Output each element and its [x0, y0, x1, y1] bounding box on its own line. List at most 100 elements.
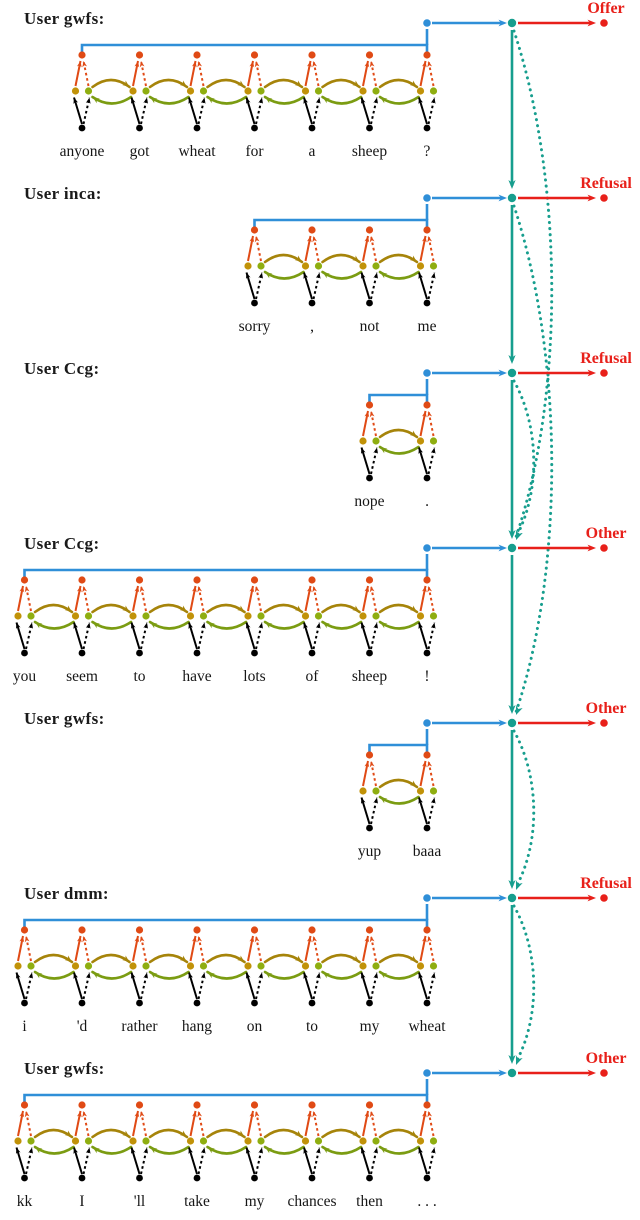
arrowhead-top-dotted-6-5 — [312, 1111, 318, 1118]
token-top-node-0-1 — [135, 51, 144, 59]
token-top-node-4-1 — [423, 751, 431, 759]
arrowhead-up-dotted-2-0 — [373, 447, 379, 454]
token-mid-right-node-1-1 — [314, 262, 323, 270]
token-top-node-6-6 — [365, 1101, 374, 1109]
token-mid-left-node-6-1 — [71, 1137, 80, 1145]
arrowhead-top-dotted-0-2 — [197, 61, 203, 68]
token-top-node-6-7 — [423, 1101, 431, 1109]
forward-arc-5-3 — [206, 953, 246, 964]
backward-arc-3-0 — [33, 620, 75, 630]
token-mid-right-node-0-2 — [199, 87, 208, 95]
word-token: me — [417, 318, 437, 335]
word-token: then — [356, 1193, 383, 1210]
token-bottom-node-0-2 — [193, 124, 201, 132]
diagram-canvas — [14, 18, 608, 1182]
token-bottom-node-3-0 — [21, 649, 28, 657]
token-mid-right-node-3-7 — [429, 612, 438, 620]
forward-arc-0-4 — [321, 78, 361, 89]
token-bottom-node-1-2 — [366, 299, 373, 307]
arrowhead-up-dotted-6-0 — [28, 1147, 34, 1154]
token-bottom-node-5-0 — [21, 999, 28, 1007]
arrowhead-top-dotted-6-1 — [82, 1111, 88, 1118]
forward-arc-5-5 — [321, 953, 361, 964]
utterance-node-6 — [423, 1069, 431, 1077]
token-mid-right-node-0-3 — [257, 87, 265, 95]
arrowhead-up-dotted-4-0 — [373, 797, 379, 804]
category-label: Other — [585, 700, 627, 717]
arrowhead-up-dotted-5-6 — [373, 972, 379, 979]
category-node-1 — [600, 194, 608, 202]
token-top-node-0-0 — [78, 51, 86, 59]
backward-arc-1-0 — [263, 270, 305, 280]
arrowhead-up-dotted-6-1 — [85, 1147, 91, 1154]
arrowhead-up-dotted-6-5 — [315, 1147, 321, 1154]
token-mid-left-node-6-4 — [244, 1137, 252, 1145]
token-top-node-2-0 — [365, 401, 374, 409]
chain-node-6 — [507, 1068, 517, 1078]
forward-arc-3-1 — [91, 603, 131, 614]
arrowhead-top-dotted-0-0 — [82, 61, 88, 68]
forward-arc-6-5 — [321, 1128, 361, 1139]
utterance-node-1 — [423, 194, 431, 202]
backward-arc-3-4 — [263, 620, 305, 630]
token-bottom-node-0-0 — [78, 124, 86, 132]
token-mid-left-node-0-5 — [359, 87, 367, 95]
category-label: Other — [585, 1050, 627, 1067]
token-bottom-node-6-5 — [308, 1174, 316, 1182]
arrowhead-top-dotted-6-7 — [427, 1111, 433, 1118]
token-mid-left-node-1-3 — [416, 262, 425, 270]
token-bottom-node-3-6 — [366, 649, 373, 657]
chain-node-0 — [507, 18, 517, 28]
token-mid-left-node-1-2 — [359, 262, 367, 270]
token-bottom-node-6-1 — [78, 1174, 86, 1182]
backward-arc-5-4 — [263, 970, 305, 980]
word-token: not — [359, 318, 380, 335]
forward-arc-6-1 — [91, 1128, 131, 1139]
word-token: sheep — [351, 143, 388, 160]
forward-arc-3-5 — [321, 603, 361, 614]
token-mid-left-node-0-0 — [71, 87, 80, 95]
arrowhead-up-dotted-5-1 — [85, 972, 91, 979]
token-mid-right-node-0-0 — [84, 87, 93, 95]
token-mid-left-node-0-1 — [129, 87, 137, 95]
token-mid-left-node-5-3 — [186, 962, 195, 970]
arrowhead-up-dotted-4-1 — [430, 797, 436, 804]
arrowhead-up-dotted-5-7 — [430, 972, 436, 979]
word-token: take — [184, 1193, 210, 1210]
token-bottom-node-0-5 — [366, 124, 373, 132]
token-mid-right-node-6-6 — [372, 1137, 380, 1145]
token-top-node-6-3 — [193, 1101, 201, 1109]
utterance-node-5 — [423, 894, 431, 902]
backward-arc-5-0 — [33, 970, 75, 980]
backward-arc-6-0 — [33, 1145, 75, 1155]
arrowhead-up-dotted-3-1 — [85, 622, 91, 629]
constituent-bracket-4 — [368, 743, 429, 755]
arrowhead-top-dotted-3-1 — [82, 586, 88, 593]
word-token: hang — [181, 1018, 213, 1035]
token-top-node-3-4 — [250, 576, 259, 584]
token-mid-left-node-5-7 — [416, 962, 425, 970]
token-mid-left-node-6-0 — [14, 1137, 22, 1145]
forward-arc-0-5 — [378, 78, 419, 89]
arrowhead-top-dotted-5-7 — [427, 936, 433, 943]
arrowhead-up-dotted-5-5 — [315, 972, 321, 979]
forward-arc-3-3 — [206, 603, 246, 614]
arrowhead-top-dotted-5-5 — [312, 936, 318, 943]
word-token: 'll — [133, 1193, 146, 1210]
token-bottom-node-3-4 — [251, 649, 258, 657]
category-node-4 — [600, 719, 608, 727]
chain-node-5 — [507, 893, 517, 903]
token-top-node-1-2 — [365, 226, 374, 234]
category-node-6 — [600, 1069, 608, 1077]
arrowhead-top-dotted-2-1 — [427, 411, 433, 418]
token-mid-right-node-0-1 — [142, 87, 150, 95]
relation-arc-head-2 — [515, 530, 523, 540]
relation-arc-4-5 — [512, 729, 536, 889]
word-token: sheep — [351, 668, 388, 685]
token-bottom-node-6-6 — [366, 1174, 373, 1182]
arrowhead-up-dotted-3-0 — [28, 622, 34, 629]
token-mid-right-node-6-7 — [429, 1137, 438, 1145]
backward-arc-0-2 — [206, 95, 248, 105]
speaker-label: User gwfs: — [24, 1059, 105, 1078]
arrowhead-top-dotted-4-1 — [427, 761, 433, 768]
